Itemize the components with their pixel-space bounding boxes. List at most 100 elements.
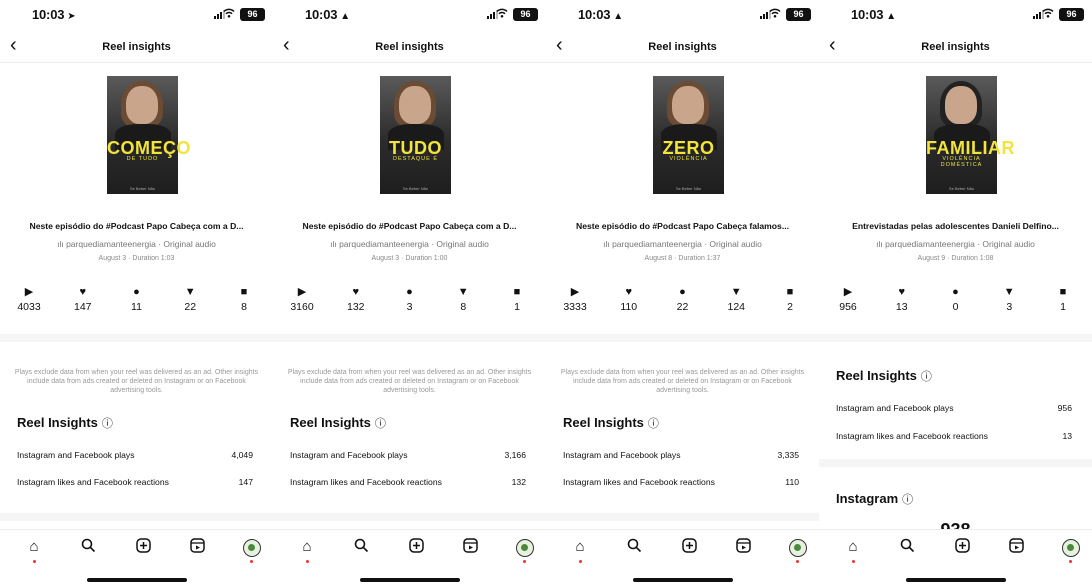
reel-thumbnail[interactable]: VIOLÊNCIA ZERO Se Beber Não (653, 76, 724, 194)
create-plus-icon[interactable] (678, 538, 700, 557)
bookmark-icon: ■ (513, 286, 521, 298)
reel-insights-screen: 10:03 ▲ 96 ‹ Reel insights VIOLÊNCIA DOMÉ… (819, 0, 1092, 586)
reels-icon[interactable] (1005, 538, 1027, 557)
insight-value: 13 (1062, 431, 1072, 441)
profile-avatar[interactable] (516, 539, 534, 557)
reels-icon[interactable] (732, 538, 754, 557)
insight-row: Instagram likes and Facebook reactions 13… (290, 477, 526, 487)
info-icon[interactable]: ⓘ (902, 494, 913, 506)
thumbnail-face (945, 86, 977, 124)
nav-divider (0, 529, 273, 530)
play-icon: ▶ (297, 286, 307, 298)
insight-value: 3,335 (777, 450, 799, 460)
info-icon[interactable]: ⓘ (375, 418, 386, 430)
reels-icon[interactable] (186, 538, 208, 557)
info-icon[interactable]: ⓘ (102, 418, 113, 430)
stat-shares: ▼ 8 (440, 285, 486, 313)
profile-avatar[interactable] (243, 539, 261, 557)
wifi-icon (769, 8, 781, 21)
stat-comments: ● 11 (114, 285, 160, 313)
location-indicator-icon: ▲ (613, 11, 623, 22)
reel-insights-screen: 10:03 ▲ 96 ‹ Reel insights DESTAQUE É TUD… (273, 0, 546, 586)
wifi-icon (223, 8, 235, 21)
insight-row: Instagram and Facebook plays 3,335 (563, 450, 799, 460)
info-icon[interactable]: ⓘ (921, 371, 932, 383)
insight-row: Instagram and Facebook plays 4,049 (17, 450, 253, 460)
heart-icon: ♥ (898, 286, 906, 298)
audio-attribution[interactable]: ılı parquediamanteenergia · Original aud… (273, 239, 546, 249)
reels-icon[interactable] (459, 538, 481, 557)
location-indicator-icon: ▲ (340, 11, 350, 22)
reel-insights-header-text: Reel Insights (17, 415, 98, 430)
profile-avatar[interactable] (789, 539, 807, 557)
insight-value: 147 (238, 477, 253, 487)
reel-insights-screen: 10:03 ▲ 96 ‹ Reel insights VIOLÊNCIA ZERO… (546, 0, 819, 586)
insight-label: Instagram and Facebook plays (836, 403, 954, 413)
bookmark-icon: ■ (1059, 286, 1067, 298)
status-bar: 10:03 ▲ 96 (273, 7, 546, 23)
audio-attribution[interactable]: ılı parquediamanteenergia · Original aud… (819, 239, 1092, 249)
stat-comments: ● 3 (387, 285, 433, 313)
search-icon[interactable] (350, 538, 372, 557)
page-title: Reel insights (648, 41, 717, 53)
play-icon: ▶ (24, 286, 34, 298)
nav-divider (546, 529, 819, 530)
home-icon[interactable]: ⌂ (23, 538, 45, 555)
battery-indicator: 96 (1059, 8, 1084, 21)
reel-caption[interactable]: Neste episódio do #Podcast Papo Cabeça c… (273, 221, 546, 231)
home-notification-dot (579, 560, 582, 563)
reel-insights-header-text: Reel Insights (290, 415, 371, 430)
home-icon[interactable]: ⌂ (296, 538, 318, 555)
bottom-nav: ⌂ (0, 538, 273, 563)
search-icon[interactable] (896, 538, 918, 557)
reel-caption[interactable]: Entrevistadas pelas adolescentes Danieli… (819, 221, 1092, 231)
heart-icon: ♥ (352, 286, 360, 298)
section-separator (0, 513, 273, 521)
search-icon[interactable] (623, 538, 645, 557)
thumbnail-footer: Se Beber Não (129, 186, 156, 191)
play-icon: ▶ (843, 286, 853, 298)
header: ‹ Reel insights (273, 34, 546, 60)
status-bar: 10:03 ➤ 96 (0, 7, 273, 23)
reel-thumbnail[interactable]: DE TUDO COMEÇO Se Beber Não (107, 76, 191, 194)
insight-value: 3,166 (504, 450, 526, 460)
home-notification-dot (33, 560, 36, 563)
info-icon[interactable]: ⓘ (648, 418, 659, 430)
audio-attribution[interactable]: ılı parquediamanteenergia · Original aud… (0, 239, 273, 249)
reel-caption[interactable]: Neste episódio do #Podcast Papo Cabeça f… (546, 221, 819, 231)
insight-row: Instagram likes and Facebook reactions 11… (563, 477, 799, 487)
section-separator (819, 459, 1092, 467)
stat-likes: ♥ 13 (879, 285, 925, 313)
create-plus-icon[interactable] (132, 538, 154, 557)
search-icon[interactable] (77, 538, 99, 557)
profile-notification-dot (250, 560, 253, 563)
page-title: Reel insights (102, 41, 171, 53)
wifi-icon (496, 8, 508, 21)
home-icon[interactable]: ⌂ (569, 538, 591, 555)
stat-plays: ▶ 3160 (279, 285, 325, 313)
profile-avatar[interactable] (1062, 539, 1080, 557)
reel-date-duration: August 9 · Duration 1:08 (917, 255, 994, 262)
status-bar: 10:03 ▲ 96 (546, 7, 819, 23)
partial-metric-value: 938 (819, 520, 1092, 529)
reel-thumbnail[interactable]: DESTAQUE É TUDO Se Beber Não (380, 76, 451, 194)
comment-icon: ● (952, 286, 959, 298)
status-time: 10:03 ▲ (851, 7, 896, 22)
heart-icon: ♥ (625, 286, 633, 298)
reel-thumbnail[interactable]: VIOLÊNCIA DOMÉSTICA FAMILIAR Se Beber Nã… (926, 76, 1015, 194)
audio-attribution[interactable]: ılı parquediamanteenergia · Original aud… (546, 239, 819, 249)
home-notification-dot (306, 560, 309, 563)
instagram-header-text: Instagram (836, 491, 899, 506)
stat-comments: ● 0 (933, 285, 979, 313)
stat-shares: ▼ 22 (167, 285, 213, 313)
bookmark-icon: ■ (786, 286, 794, 298)
create-plus-icon[interactable] (405, 538, 427, 557)
create-plus-icon[interactable] (951, 538, 973, 557)
insight-row: Instagram and Facebook plays 956 (836, 403, 1072, 413)
reel-caption[interactable]: Neste episódio do #Podcast Papo Cabeça c… (0, 221, 273, 231)
page-title: Reel insights (921, 41, 990, 53)
nav-divider (273, 529, 546, 530)
insight-label: Instagram likes and Facebook reactions (290, 477, 442, 487)
home-icon[interactable]: ⌂ (842, 538, 864, 555)
stat-likes: ♥ 110 (606, 285, 652, 313)
